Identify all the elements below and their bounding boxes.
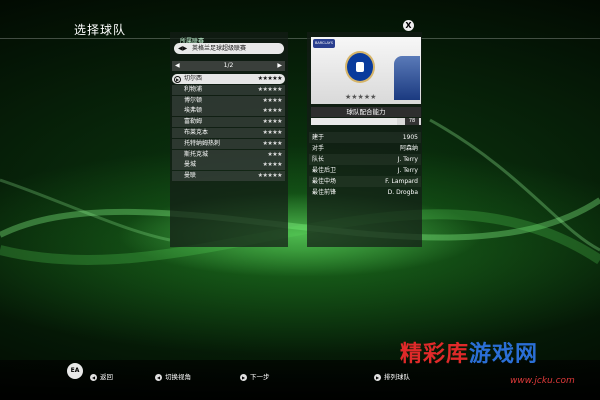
team-row[interactable]: 托特纳姆热刺 ★★★★ xyxy=(172,138,285,149)
back-icon: ◀ xyxy=(90,373,97,381)
info-key: 建于 xyxy=(312,134,325,141)
team-stars: ★★★★★ xyxy=(257,75,283,82)
watermark-url: www.jcku.com xyxy=(510,376,575,386)
team-pager: ◀ 1/2 ▶ xyxy=(172,61,285,71)
league-selector[interactable]: ◀▶ 英格兰足球超级联赛 xyxy=(174,43,284,54)
chemistry-label: 球队配合能力 xyxy=(311,107,421,117)
team-stars: ★★★★ xyxy=(262,96,282,104)
team-stars: ★★★ xyxy=(267,150,282,158)
switch-view-label: 切换视角 xyxy=(165,373,191,381)
info-row: 最佳中场 F. Lampard xyxy=(309,176,421,187)
info-row: 最佳后卫 J. Terry xyxy=(309,165,421,176)
team-name: 切尔西 xyxy=(184,75,203,82)
team-name: 布莱克本 xyxy=(184,128,209,136)
watermark-part1: 精彩库 xyxy=(400,342,470,367)
pager-prev-icon[interactable]: ◀ xyxy=(175,61,180,71)
team-name: 博尔顿 xyxy=(184,96,203,104)
team-crest-icon xyxy=(345,51,375,83)
team-row[interactable]: 布莱克本 ★★★★ xyxy=(172,127,285,138)
team-stars: ★★★★ xyxy=(262,118,282,126)
team-name: 埃弗顿 xyxy=(184,107,203,115)
chemistry-bar-fill xyxy=(311,118,397,125)
pager-next-icon[interactable]: ▶ xyxy=(277,61,282,71)
info-value: J. Terry xyxy=(397,167,418,174)
sort-teams-label: 排列球队 xyxy=(384,373,410,381)
play-icon: ▶ xyxy=(174,75,181,83)
info-value: J. Terry xyxy=(397,156,418,163)
team-stars: ★★★★ xyxy=(262,161,282,169)
team-name: 曼联 xyxy=(184,172,197,180)
info-key: 最佳中场 xyxy=(312,178,337,185)
team-stars: ★★★★ xyxy=(262,128,282,136)
team-stars: ★★★★★ xyxy=(257,85,283,93)
info-row: 队长 J. Terry xyxy=(309,154,421,165)
info-key: 最佳前锋 xyxy=(312,189,337,196)
info-key: 对手 xyxy=(312,145,325,152)
sort-teams-button[interactable]: ▶ 排列球队 xyxy=(374,373,410,381)
lion-icon xyxy=(356,62,364,72)
team-list: ▶ 切尔西 ★★★★★ 利物浦 ★★★★★ 博尔顿 ★★★★ 埃弗顿 ★★★★ … xyxy=(172,74,285,182)
info-value: D. Drogba xyxy=(387,189,418,196)
jersey-image xyxy=(394,56,420,100)
team-name: 托特纳姆热刺 xyxy=(184,139,221,147)
team-row[interactable]: 曼联 ★★★★★ xyxy=(172,171,285,182)
switch-view-button[interactable]: ◀ 切换视角 xyxy=(155,373,191,381)
ea-logo-icon: EA xyxy=(67,363,83,379)
team-row[interactable]: 斯托克城 ★★★ xyxy=(172,149,285,160)
chemistry-value: 78 xyxy=(405,118,419,125)
team-row[interactable]: 利物浦 ★★★★★ xyxy=(172,84,285,95)
team-select-screen: 选择球队 X 所属联赛 ◀▶ 英格兰足球超级联赛 ◀ 1/2 ▶ ▶ 切尔西 ★… xyxy=(0,0,600,400)
team-rating-stars: ★★★★★ xyxy=(345,93,377,101)
team-name: 富勒姆 xyxy=(184,118,203,126)
back-label: 返回 xyxy=(100,373,113,381)
watermark-part2: 游戏网 xyxy=(469,342,539,367)
info-row: 对手 阿森纳 xyxy=(309,143,421,154)
info-value: 阿森纳 xyxy=(399,145,418,152)
site-watermark: 精彩库游戏网 xyxy=(400,336,538,368)
team-stars: ★★★★ xyxy=(262,107,282,115)
chemistry-bar: 78 xyxy=(311,118,421,125)
team-stars: ★★★★ xyxy=(262,139,282,147)
team-row[interactable]: 埃弗顿 ★★★★ xyxy=(172,106,285,117)
team-row-selected[interactable]: ▶ 切尔西 ★★★★★ xyxy=(172,74,285,84)
league-badge-icon: BARCLAYS xyxy=(313,39,335,48)
team-name: 曼城 xyxy=(184,161,197,169)
league-prev-icon[interactable]: ◀▶ xyxy=(178,43,187,54)
team-info-list: 建于 1905 对手 阿森纳 队长 J. Terry 最佳后卫 J. Terry 最佳中… xyxy=(309,132,421,198)
team-stars: ★★★★★ xyxy=(257,172,283,180)
team-row[interactable]: 富勒姆 ★★★★ xyxy=(172,117,285,128)
team-name: 斯托克城 xyxy=(184,150,209,158)
header-divider xyxy=(0,38,600,39)
info-key: 队长 xyxy=(312,156,325,163)
info-value: 1905 xyxy=(402,134,418,141)
team-row[interactable]: 曼城 ★★★★ xyxy=(172,160,285,171)
switch-view-icon: ◀ xyxy=(155,373,162,381)
team-name: 利物浦 xyxy=(184,85,203,93)
next-step-button[interactable]: ▶ 下一步 xyxy=(240,373,270,381)
sort-teams-icon: ▶ xyxy=(374,373,381,381)
team-row[interactable]: 博尔顿 ★★★★ xyxy=(172,95,285,106)
info-key: 最佳后卫 xyxy=(312,167,337,174)
league-selected-value: 英格兰足球超级联赛 xyxy=(192,45,247,52)
info-row: 最佳前锋 D. Drogba xyxy=(309,187,421,198)
info-row: 建于 1905 xyxy=(309,132,421,143)
back-button[interactable]: ◀ 返回 xyxy=(90,373,113,381)
page-title: 选择球队 xyxy=(74,23,127,37)
close-button[interactable]: X xyxy=(403,20,414,31)
next-step-label: 下一步 xyxy=(250,373,270,381)
info-value: F. Lampard xyxy=(385,178,418,185)
next-step-icon: ▶ xyxy=(240,373,247,381)
pager-text: 1/2 xyxy=(223,62,234,69)
